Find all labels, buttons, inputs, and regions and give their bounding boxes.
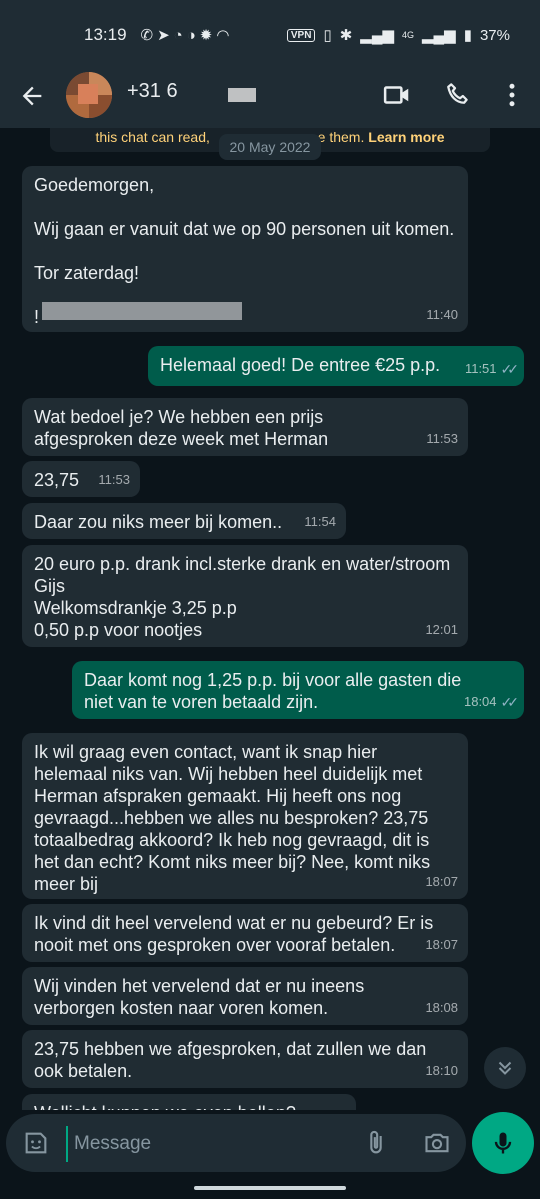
sticker-icon[interactable] [22,1129,50,1157]
message-bubble[interactable]: Wat bedoel je? We hebben een prijs afges… [22,398,468,456]
more-vert-icon[interactable] [497,80,527,110]
gesture-handle[interactable] [194,1186,346,1190]
bluetooth-icon: ✱ [339,27,353,44]
message-bubble[interactable]: Daar zou niks meer bij komen.. 11:54 [22,503,346,539]
chat-header: +31 6 [0,70,540,128]
vpn-badge: VPN [286,28,316,42]
message-bubble[interactable]: 20 euro p.p. drank incl.sterke drank en … [22,545,468,647]
signal-icon: ▂▄▆ [360,27,394,44]
contact-name[interactable]: +31 6 [127,80,178,103]
message-composer [6,1114,466,1172]
message-time: 18:07 [425,937,458,952]
message-time: 18:08 [425,1000,458,1015]
scroll-to-bottom-button[interactable] [484,1047,526,1089]
notification-icons: ✆➤◔◑✹◠ [140,27,234,44]
message-time: 18:07 [425,874,458,889]
signal-icon-2: ▂▄▆ [422,27,456,44]
message-bubble[interactable]: Wellicht kunnen we even bellen? [22,1094,356,1110]
double-chevron-down-icon [498,1061,512,1075]
message-bubble[interactable]: Goedemorgen, Wij gaan er vanuit dat we o… [22,166,468,332]
redacted-signature [42,302,242,320]
message-time: 11:51 ✓✓ [465,358,520,380]
network-label: 4G [401,30,414,40]
message-time: 11:54 [304,514,336,529]
message-time: 11:53 [98,472,130,487]
message-text: Ik vind dit heel vervelend wat er nu geb… [34,913,434,955]
status-bar: 13:19 ✆➤◔◑✹◠ VPN ▯ ✱ ▂▄▆ 4G ▂▄▆ ▮ 37% [0,0,540,70]
message-time: 12:01 [425,622,458,637]
chat-area[interactable]: this chat can read, e them. Learn more 2… [0,128,540,1110]
message-bubble[interactable]: Wij vinden het vervelend dat er nu ineen… [22,967,468,1025]
back-arrow-icon[interactable] [18,82,46,110]
message-text: Wat bedoel je? We hebben een prijs afges… [34,407,329,449]
message-input[interactable] [66,1126,356,1162]
phone-icon[interactable] [443,80,473,110]
message-time: 18:10 [425,1063,458,1078]
message-text: Daar zou niks meer bij komen.. [34,512,283,532]
voice-message-button[interactable] [472,1112,534,1174]
message-text: 23,75 hebben we afgesproken, dat zullen … [34,1039,427,1081]
video-call-icon[interactable] [382,80,412,110]
message-bubble[interactable]: 23,75 11:53 [22,461,140,497]
encryption-text-start: this chat can read, [95,129,214,145]
date-divider: 20 May 2022 [219,134,321,160]
message-text: Wij vinden het vervelend dat er nu ineen… [34,976,365,1018]
vibrate-icon: ▯ [323,27,332,44]
message-bubble[interactable]: Ik vind dit heel vervelend wat er nu geb… [22,904,468,962]
message-bubble-outgoing[interactable]: Helemaal goed! De entree €25 p.p. 11:51 ✓… [148,346,524,386]
message-text: Ik wil graag even contact, want ik snap … [34,742,431,894]
mic-icon [494,1132,512,1154]
message-time: 18:04 ✓✓ [464,691,520,713]
battery-icon: ▮ [463,27,472,44]
camera-icon[interactable] [422,1129,452,1157]
avatar[interactable] [66,72,112,118]
message-bubble[interactable]: 23,75 hebben we afgesproken, dat zullen … [22,1030,468,1088]
message-text: 20 euro p.p. drank incl.sterke drank en … [34,554,451,640]
status-time: 13:19 [84,25,127,44]
system-nav-bar [0,1176,540,1199]
message-bubble[interactable]: Ik wil graag even contact, want ik snap … [22,733,468,899]
message-text: Wellicht kunnen we even bellen? [34,1102,344,1110]
status-right: VPN ▯ ✱ ▂▄▆ 4G ▂▄▆ ▮ 37% [286,26,510,44]
message-text: Daar komt nog 1,25 p.p. bij voor alle ga… [84,670,462,712]
read-ticks-icon: ✓✓ [500,694,520,710]
attach-icon[interactable] [362,1129,390,1157]
message-time: 11:40 [426,307,458,322]
read-ticks-icon: ✓✓ [500,361,520,377]
message-bubble-outgoing[interactable]: Daar komt nog 1,25 p.p. bij voor alle ga… [72,661,524,719]
message-time: 11:53 [426,431,458,446]
battery-percent: 37% [479,26,510,44]
learn-more-link[interactable]: Learn more [368,129,444,145]
encryption-text-end: e them. [317,129,365,145]
redacted-name [228,88,256,102]
message-text: Helemaal goed! De entree €25 p.p. [160,355,441,375]
